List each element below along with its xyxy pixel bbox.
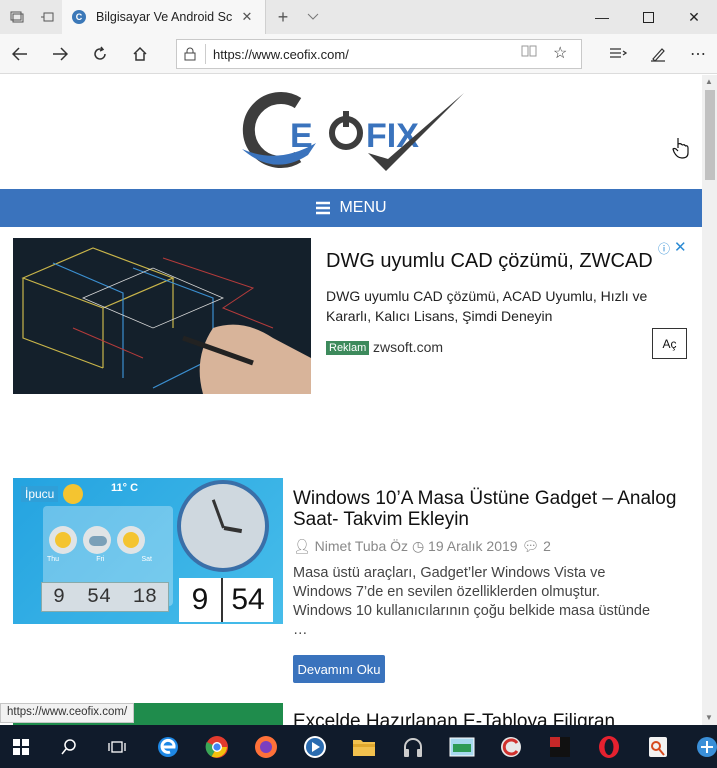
ad-block[interactable]: DWG uyumlu CAD çözümü, ZWCAD DWG uyumlu … xyxy=(13,238,689,394)
ad-headline[interactable]: DWG uyumlu CAD çözümü, ZWCAD xyxy=(326,250,653,273)
menu-label: MENU xyxy=(339,199,387,216)
hand-cursor-icon xyxy=(672,137,690,165)
read-more-button[interactable]: Devamını Oku xyxy=(293,655,385,683)
back-icon[interactable] xyxy=(0,34,40,74)
clock-icon: ◷ xyxy=(411,538,429,554)
hub-icon[interactable] xyxy=(598,34,638,74)
post-2-title[interactable]: Excelde Hazırlanan E-Tabloya Filigran xyxy=(293,711,615,725)
scroll-down-icon[interactable]: ▼ xyxy=(705,713,713,722)
network-app-icon[interactable] xyxy=(689,729,717,765)
more-options-icon[interactable]: ⋯ xyxy=(678,34,717,74)
app-black-red-icon[interactable] xyxy=(542,729,578,765)
tab-bar: C Bilgisayar Ve Android Sc ✕ + — ✕ xyxy=(0,0,717,34)
windows-start-icon[interactable] xyxy=(3,729,39,765)
task-view-icon[interactable] xyxy=(99,729,135,765)
tab-title: Bilgisayar Ve Android Sc xyxy=(96,10,232,24)
ad-info-icon[interactable]: ⓘ xyxy=(658,240,670,257)
comment-icon: 💬︎ xyxy=(521,538,544,554)
post-thumbnail[interactable]: İpucu 11° C Thu Fri Sat 9 54 18 9 54 xyxy=(13,478,283,624)
media-player-icon[interactable] xyxy=(297,729,333,765)
forward-icon[interactable] xyxy=(40,34,80,74)
active-tab[interactable]: C Bilgisayar Ve Android Sc ✕ xyxy=(62,0,266,34)
thumb-big-hour: 9 xyxy=(179,578,223,622)
refresh-icon[interactable] xyxy=(80,34,120,74)
thumb-day: Fri xyxy=(96,556,105,563)
close-window-icon[interactable]: ✕ xyxy=(671,0,717,34)
post-excerpt: Masa üstü araçları, Gadget’ler Windows V… xyxy=(293,565,651,638)
author-icon: 👤︎ xyxy=(293,538,311,554)
thumb-big-minute: 54 xyxy=(231,583,265,616)
ccleaner-icon[interactable] xyxy=(493,729,529,765)
lock-icon xyxy=(184,47,196,61)
thumb-minute: 54 xyxy=(86,585,111,609)
thumb-digital-clock: 9 54 18 xyxy=(41,582,169,612)
scrollbar-thumb[interactable] xyxy=(705,90,715,180)
new-tab-icon[interactable]: + xyxy=(268,0,298,34)
vertical-scrollbar[interactable]: ▲ ▼ xyxy=(702,75,717,725)
svg-text:E: E xyxy=(290,117,313,155)
file-explorer-icon[interactable] xyxy=(346,729,382,765)
thumb-second: 18 xyxy=(132,585,157,609)
tab-set-aside-icon[interactable] xyxy=(2,0,32,34)
ad-badge: Reklam xyxy=(326,341,370,355)
menu-bar[interactable]: MENU xyxy=(0,189,702,227)
taskbar xyxy=(0,725,717,768)
address-bar[interactable]: https://www.ceofix.com/ ☆ xyxy=(176,39,582,69)
post-author[interactable]: Nimet Tuba Öz xyxy=(315,538,408,554)
navigation-bar: https://www.ceofix.com/ ☆ ⋯ xyxy=(0,34,717,74)
thumb-days: Thu Fri Sat xyxy=(47,556,152,563)
search-icon[interactable] xyxy=(51,729,87,765)
chrome-icon[interactable] xyxy=(199,729,235,765)
tabs-aside-icon[interactable] xyxy=(32,0,62,34)
hamburger-icon xyxy=(316,201,331,215)
edge-icon[interactable] xyxy=(150,729,186,765)
thumb-hour: 9 xyxy=(52,585,65,609)
headphones-icon[interactable] xyxy=(395,729,431,765)
home-icon[interactable] xyxy=(120,34,160,74)
thumb-big-clock: 9 54 xyxy=(179,578,273,622)
web-page: E FIX MENU DWG uyumlu CAD çözümü, ZWCAD … xyxy=(0,75,702,725)
favicon-icon: C xyxy=(72,10,86,24)
thumb-day: Sat xyxy=(141,556,152,563)
post-title[interactable]: Windows 10’A Masa Üstüne Gadget – Analog… xyxy=(293,488,689,530)
ad-close-icon[interactable]: ✕ xyxy=(674,238,687,256)
svg-text:FIX: FIX xyxy=(366,117,419,155)
post-date: 19 Aralık 2019 xyxy=(428,538,518,554)
ad-description: DWG uyumlu CAD çözümü, ACAD Uyumlu, Hızl… xyxy=(326,288,648,324)
pen-icon[interactable] xyxy=(638,34,678,74)
status-bar: https://www.ceofix.com/ xyxy=(0,703,135,723)
thumb-temperature: 11° C xyxy=(111,482,139,494)
minimize-icon[interactable]: — xyxy=(579,0,625,34)
maximize-icon[interactable] xyxy=(625,0,671,34)
snipping-tool-icon[interactable] xyxy=(640,729,676,765)
post-meta: 👤︎ Nimet Tuba Öz ◷ 19 Aralık 2019 💬︎ 2 xyxy=(293,538,551,555)
opera-icon[interactable] xyxy=(591,729,627,765)
ad-domain[interactable]: zwsoft.com xyxy=(373,339,443,355)
ad-open-button[interactable]: Aç xyxy=(652,328,687,359)
firefox-icon[interactable] xyxy=(248,729,284,765)
ftp-app-icon[interactable] xyxy=(444,729,480,765)
url-text[interactable]: https://www.ceofix.com/ xyxy=(213,47,349,62)
chevron-down-icon[interactable] xyxy=(298,0,328,34)
close-tab-icon[interactable]: ✕ xyxy=(232,0,262,34)
reading-view-icon[interactable] xyxy=(521,44,537,61)
ad-image[interactable] xyxy=(13,238,311,394)
favorite-star-icon[interactable]: ☆ xyxy=(553,43,567,63)
analog-clock-icon xyxy=(177,480,269,572)
post-comments[interactable]: 2 xyxy=(543,538,551,554)
post-card: İpucu 11° C Thu Fri Sat 9 54 18 9 54 Win… xyxy=(13,478,689,683)
ceofix-logo[interactable]: E FIX xyxy=(238,87,468,173)
thumb-day: Thu xyxy=(47,556,60,563)
scroll-up-icon[interactable]: ▲ xyxy=(705,77,713,86)
category-badge[interactable]: İpucu xyxy=(21,486,59,502)
